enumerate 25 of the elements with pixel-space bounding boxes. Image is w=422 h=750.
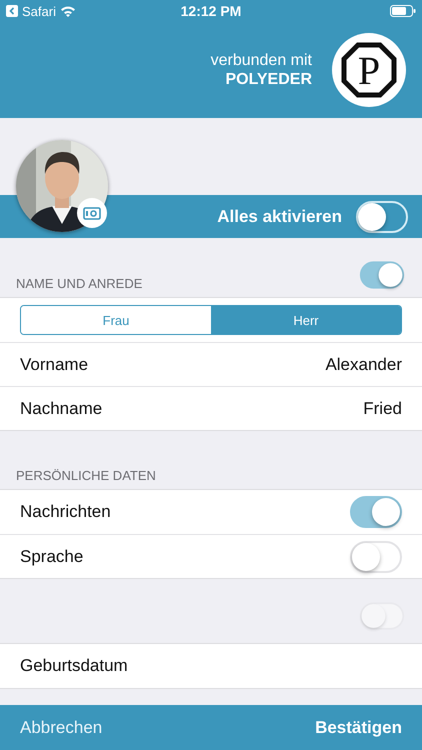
row-value: Fried — [363, 398, 402, 418]
wifi-icon — [60, 5, 76, 17]
connected-label: verbunden mit — [210, 51, 312, 70]
row-label: Nachname — [20, 398, 102, 418]
segmented-control[interactable]: Frau Herr — [20, 305, 402, 335]
section-header: NAME UND ANREDE — [16, 276, 142, 291]
back-label[interactable]: Safari — [22, 4, 56, 18]
section-header: PERSÖNLICHE DATEN — [16, 468, 156, 483]
confirm-link[interactable]: Bestätigen — [315, 718, 402, 738]
battery-icon — [390, 5, 416, 17]
row-label: Geburtsdatum — [20, 656, 128, 676]
row-value: Alexander — [325, 354, 402, 374]
toggle-switch[interactable] — [350, 540, 402, 572]
cancel-link[interactable]: Abbrechen — [20, 718, 102, 738]
row-label: Nachrichten — [20, 502, 111, 522]
brand-name: POLYEDER — [225, 70, 312, 89]
activate-all-label: Alles aktivieren — [217, 206, 342, 226]
back-icon[interactable] — [6, 5, 18, 17]
logo-letter: P — [358, 46, 380, 94]
status-time: 12:12 PM — [180, 3, 242, 19]
toggle-switch[interactable] — [350, 496, 402, 528]
row-label: Sprache — [20, 546, 84, 566]
toggle-switch[interactable] — [360, 261, 404, 289]
row-label: Vorname — [20, 354, 88, 374]
segment-tab[interactable]: Herr — [211, 306, 401, 334]
